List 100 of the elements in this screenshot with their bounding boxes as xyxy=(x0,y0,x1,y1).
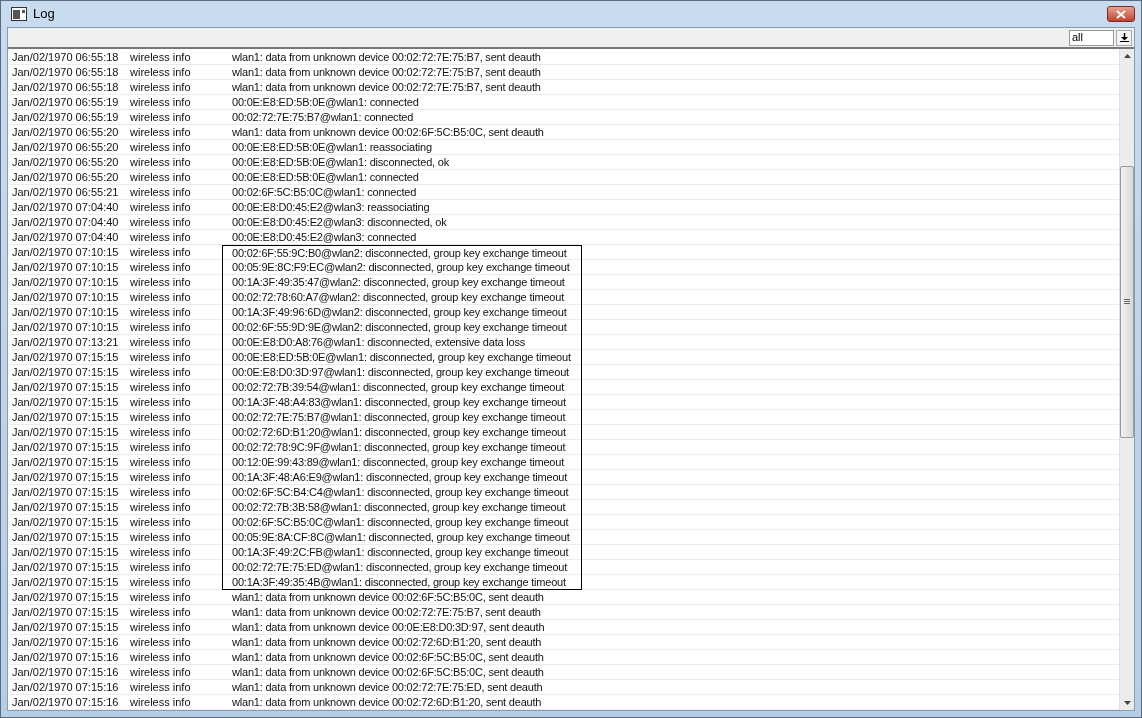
timestamp: Jan/02/1970 07:15:15 xyxy=(11,410,120,424)
message: wlan1: data from unknown device 00:02:72:7E:75:B7, sent deauth xyxy=(231,65,542,80)
timestamp: Jan/02/1970 06:55:19 xyxy=(11,110,120,124)
highlighted-message: 00:1A:3F:48:A6:E9@wlan1: disconnected, group key exchange timeout xyxy=(222,469,582,485)
highlighted-message: 00:02:72:78:9C:9F@wlan1: disconnected, group key exchange timeout xyxy=(222,439,582,455)
topics: wireless info xyxy=(130,530,192,544)
timestamp: Jan/02/1970 06:55:18 xyxy=(11,65,120,79)
timestamp: Jan/02/1970 06:55:18 xyxy=(11,50,120,64)
timestamp: Jan/02/1970 07:04:40 xyxy=(11,215,120,229)
message: wlan1: data from unknown device 00:02:72:6D:B1:20, sent deauth xyxy=(231,635,543,650)
highlighted-message: 00:02:6F:5C:B5:0C@wlan1: disconnected, group key exchange timeout xyxy=(222,514,582,530)
topics: wireless info xyxy=(130,410,192,424)
timestamp: Jan/02/1970 07:15:15 xyxy=(11,515,120,529)
topics: wireless info xyxy=(130,215,192,229)
highlighted-message: 00:12:0E:99:43:89@wlan1: disconnected, group key exchange timeout xyxy=(222,454,582,470)
timestamp: Jan/02/1970 06:55:21 xyxy=(11,185,120,199)
timestamp: Jan/02/1970 06:55:20 xyxy=(11,125,120,139)
highlighted-message: 00:02:72:7E:75:B7@wlan1: disconnected, group key exchange timeout xyxy=(222,409,582,425)
highlighted-message: 00:02:72:7B:39:54@wlan1: disconnected, group key exchange timeout xyxy=(222,379,582,395)
filter-field[interactable]: all xyxy=(1069,29,1114,46)
topics: wireless info xyxy=(130,230,192,244)
message: wlan1: data from unknown device 00:02:6F:5C:B5:0C, sent deauth xyxy=(231,665,545,680)
scrollbar[interactable] xyxy=(1119,49,1134,710)
highlighted-message: 00:1A:3F:49:35:4B@wlan1: disconnected, group key exchange timeout xyxy=(222,574,582,590)
topics: wireless info xyxy=(130,605,192,619)
topics: wireless info xyxy=(130,290,192,304)
topics: wireless info xyxy=(130,500,192,514)
highlighted-message: 00:05:9E:8A:CF:8C@wlan1: disconnected, group key exchange timeout xyxy=(222,529,582,545)
message: wlan1: data from unknown device 00:02:6F:5C:B5:0C, sent deauth xyxy=(231,125,545,140)
topics: wireless info xyxy=(130,575,192,589)
highlighted-message: 00:1A:3F:49:2C:FB@wlan1: disconnected, group key exchange timeout xyxy=(222,544,582,560)
topics: wireless info xyxy=(130,455,192,469)
topics: wireless info xyxy=(130,380,192,394)
scroll-to-end-button[interactable] xyxy=(1116,29,1132,46)
topics: wireless info xyxy=(130,245,192,259)
scroll-down-icon[interactable] xyxy=(1123,701,1131,705)
timestamp: Jan/02/1970 06:55:19 xyxy=(11,95,120,109)
topics: wireless info xyxy=(130,620,192,634)
message: wlan1: data from unknown device 00:02:72:6D:B1:20, sent deauth xyxy=(231,695,543,710)
topics: wireless info xyxy=(130,425,192,439)
timestamp: Jan/02/1970 07:15:15 xyxy=(11,455,120,469)
timestamp: Jan/02/1970 07:15:15 xyxy=(11,605,120,619)
timestamp: Jan/02/1970 07:15:16 xyxy=(11,695,120,709)
timestamp: Jan/02/1970 07:15:15 xyxy=(11,620,120,634)
highlighted-message: 00:02:6F:5C:B4:C4@wlan1: disconnected, group key exchange timeout xyxy=(222,484,582,500)
timestamp: Jan/02/1970 07:15:15 xyxy=(11,350,120,364)
topics: wireless info xyxy=(130,545,192,559)
highlighted-message: 00:0E:E8:ED:5B:0E@wlan1: disconnected, group key exchange timeout xyxy=(222,349,582,365)
scroll-up-icon[interactable] xyxy=(1123,54,1131,58)
scrollbar-thumb[interactable] xyxy=(1120,166,1134,438)
topics: wireless info xyxy=(130,335,192,349)
window-icon xyxy=(11,7,27,21)
timestamp: Jan/02/1970 07:10:15 xyxy=(11,305,120,319)
highlighted-message: 00:0E:E8:D0:3D:97@wlan1: disconnected, group key exchange timeout xyxy=(222,364,582,380)
close-button[interactable] xyxy=(1107,6,1135,22)
message: 00:0E:E8:D0:45:E2@wlan3: reassociating xyxy=(231,200,431,215)
timestamp: Jan/02/1970 07:10:15 xyxy=(11,260,120,274)
timestamp: Jan/02/1970 07:15:15 xyxy=(11,500,120,514)
window-title: Log xyxy=(33,5,55,24)
timestamp: Jan/02/1970 07:15:15 xyxy=(11,575,120,589)
message: 00:02:6F:5C:B5:0C@wlan1: connected xyxy=(231,185,418,200)
highlighted-message: 00:02:6F:55:9D:9E@wlan2: disconnected, group key exchange timeout xyxy=(222,319,582,335)
message: 00:0E:E8:D0:45:E2@wlan3: connected xyxy=(231,230,418,245)
message: 00:0E:E8:ED:5B:0E@wlan1: reassociating xyxy=(231,140,433,155)
topics: wireless info xyxy=(130,275,192,289)
topics: wireless info xyxy=(130,470,192,484)
timestamp: Jan/02/1970 07:15:15 xyxy=(11,425,120,439)
topics: wireless info xyxy=(130,125,192,139)
highlighted-message: 00:02:72:7E:75:ED@wlan1: disconnected, group key exchange timeout xyxy=(222,559,582,575)
timestamp: Jan/02/1970 07:15:16 xyxy=(11,635,120,649)
timestamp: Jan/02/1970 07:15:15 xyxy=(11,365,120,379)
timestamp: Jan/02/1970 07:10:15 xyxy=(11,245,120,259)
topics: wireless info xyxy=(130,515,192,529)
topics: wireless info xyxy=(130,590,192,604)
topics: wireless info xyxy=(130,635,192,649)
timestamp: Jan/02/1970 07:15:16 xyxy=(11,650,120,664)
timestamp: Jan/02/1970 07:04:40 xyxy=(11,230,120,244)
timestamp: Jan/02/1970 07:15:15 xyxy=(11,395,120,409)
timestamp: Jan/02/1970 06:55:18 xyxy=(11,80,120,94)
topics: wireless info xyxy=(130,305,192,319)
highlighted-message: 00:1A:3F:49:96:6D@wlan2: disconnected, group key exchange timeout xyxy=(222,304,582,320)
topics: wireless info xyxy=(130,170,192,184)
highlighted-message: 00:02:72:6D:B1:20@wlan1: disconnected, group key exchange timeout xyxy=(222,424,582,440)
topics: wireless info xyxy=(130,200,192,214)
topics: wireless info xyxy=(130,695,192,709)
message: wlan1: data from unknown device 00:02:72:7E:75:ED, sent deauth xyxy=(231,680,544,695)
topics: wireless info xyxy=(130,680,192,694)
timestamp: Jan/02/1970 06:55:20 xyxy=(11,170,120,184)
grip-icon xyxy=(1124,299,1130,305)
message: wlan1: data from unknown device 00:02:6F:5C:B5:0C, sent deauth xyxy=(231,590,545,605)
topics: wireless info xyxy=(130,395,192,409)
message: wlan1: data from unknown device 00:02:6F:5C:B5:0C, sent deauth xyxy=(231,650,545,665)
timestamp: Jan/02/1970 07:15:15 xyxy=(11,380,120,394)
topics: wireless info xyxy=(130,320,192,334)
timestamp: Jan/02/1970 06:55:20 xyxy=(11,155,120,169)
timestamp: Jan/02/1970 06:55:20 xyxy=(11,140,120,154)
topics: wireless info xyxy=(130,485,192,499)
topics: wireless info xyxy=(130,560,192,574)
timestamp: Jan/02/1970 07:15:15 xyxy=(11,440,120,454)
timestamp: Jan/02/1970 07:10:15 xyxy=(11,275,120,289)
